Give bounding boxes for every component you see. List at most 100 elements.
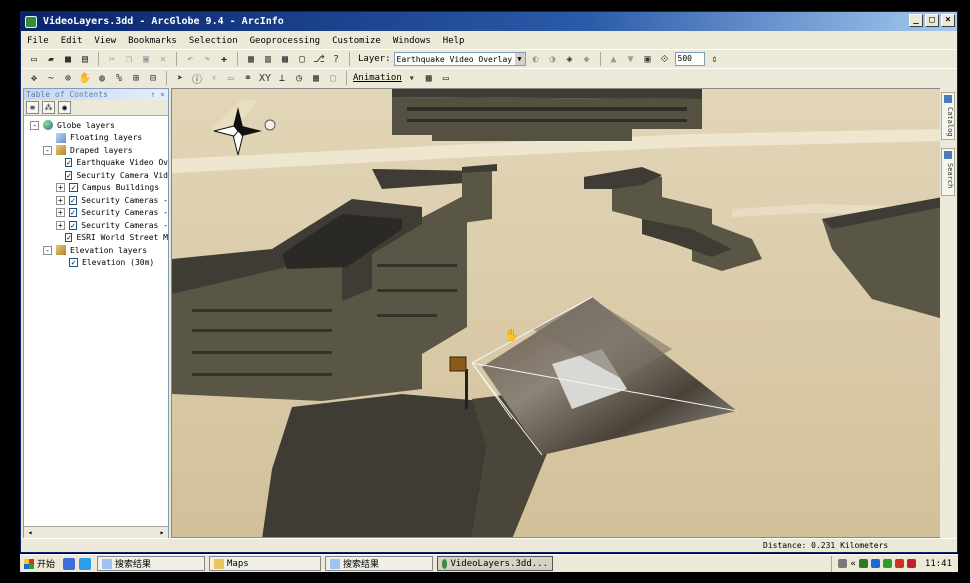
toc-layer-item[interactable]: + ✓ Campus Buildings [24, 182, 168, 195]
offset-icon[interactable]: ⟐ [658, 52, 672, 66]
toc-layer-item[interactable]: ✓ Security Camera Vid [24, 169, 168, 182]
offset-value-input[interactable]: 500 [674, 52, 705, 66]
add-data-icon[interactable]: ✚ [217, 52, 231, 66]
arctoolbox-icon[interactable]: ▩ [278, 52, 292, 66]
toc-layer-item[interactable]: + ✓ Security Cameras - [24, 207, 168, 220]
tree-expander-icon[interactable]: - [43, 145, 52, 155]
taskbar-item-search-results-1[interactable]: 搜索结果 [97, 556, 206, 571]
target-icon[interactable]: ⊕ [61, 71, 75, 85]
fly-icon[interactable]: ∼ [44, 71, 58, 85]
layer-visibility-checkbox[interactable]: ✓ [69, 183, 78, 193]
tree-expander-icon[interactable]: - [43, 245, 52, 255]
tab-list-by-source-icon[interactable]: ◉ [58, 101, 71, 114]
toc-layer-item[interactable]: - Globe layers [24, 119, 168, 132]
quick-launch-desktop-icon[interactable] [63, 557, 76, 570]
chevron-down-icon[interactable]: ▾ [405, 71, 419, 85]
full-extent-icon[interactable]: ◍ [95, 71, 109, 85]
tree-expander-icon[interactable]: + [56, 208, 65, 218]
toc-layer-item[interactable]: ✓ ESRI World Street M [24, 232, 168, 245]
toc-layer-item[interactable]: + ✓ Security Cameras - [24, 219, 168, 232]
antivirus-tray-icon[interactable] [894, 559, 904, 568]
catalog-dock-tab[interactable]: Catalog [941, 92, 955, 140]
navigate-icon[interactable]: ✥ [27, 71, 41, 85]
select-arrow-icon[interactable]: ➤ [173, 71, 187, 85]
delete-icon[interactable]: ✕ [156, 52, 170, 66]
measure-icon[interactable]: ⊥ [275, 71, 289, 85]
flicker-icon[interactable]: ◑ [546, 52, 560, 66]
pan-icon[interactable]: ✋ [78, 71, 92, 85]
toc-layer-item[interactable]: ✓ Elevation (30m) [24, 257, 168, 270]
swipe-icon[interactable]: ◐ [529, 52, 543, 66]
cut-icon[interactable]: ✂ [105, 52, 119, 66]
menu-help[interactable]: Help [443, 36, 465, 46]
layer-visibility-checkbox[interactable]: ✓ [69, 258, 78, 268]
menu-bookmarks[interactable]: Bookmarks [128, 36, 177, 46]
redo-icon[interactable]: ↷ [200, 52, 214, 66]
title-bar[interactable]: VideoLayers.3dd - ArcGlobe 9.4 - ArcInfo… [21, 12, 957, 31]
layer-visibility-checkbox[interactable]: ✓ [65, 170, 73, 180]
animation-capture-icon[interactable]: ▩ [422, 71, 436, 85]
shield-tray-icon[interactable] [906, 559, 916, 568]
save-icon[interactable]: ■ [61, 52, 75, 66]
go-to-xy-icon[interactable]: XY [258, 71, 272, 85]
maximize-button[interactable]: □ [925, 14, 939, 27]
clear-selection-icon[interactable]: ⊟ [146, 71, 160, 85]
tree-expander-icon[interactable]: - [30, 120, 39, 130]
html-popup-icon[interactable]: ▭ [224, 71, 238, 85]
bluetooth-tray-icon[interactable] [870, 559, 880, 568]
toc-layer-item[interactable]: Floating layers [24, 132, 168, 145]
taskbar-item-arcglobe[interactable]: VideoLayers.3dd... [437, 556, 554, 571]
whats-this-help-icon[interactable]: ? [329, 52, 343, 66]
find-binoculars-icon[interactable]: ⚭ [241, 71, 255, 85]
open-folder-icon[interactable]: ▰ [44, 52, 58, 66]
layer-up-icon[interactable]: ◆ [580, 52, 594, 66]
layer-select[interactable]: Earthquake Video Overlay ▼ [393, 52, 526, 66]
layer-visibility-checkbox[interactable]: ✓ [65, 158, 73, 168]
minimize-button[interactable]: _ [909, 14, 923, 27]
layer-properties-icon[interactable]: ▦ [244, 52, 258, 66]
search-dock-tab[interactable]: Search [941, 148, 955, 196]
globe-scene[interactable]: ✋ [172, 89, 942, 538]
menu-edit[interactable]: Edit [61, 36, 83, 46]
chevron-down-icon[interactable]: ▼ [514, 53, 525, 65]
animation-controls-icon[interactable]: ▭ [439, 71, 453, 85]
paste-icon[interactable]: ▣ [139, 52, 153, 66]
copy-icon[interactable]: ❐ [122, 52, 136, 66]
network-tray-icon[interactable] [858, 559, 868, 568]
layer-visibility-checkbox[interactable]: ✓ [68, 195, 78, 205]
print-icon[interactable]: ▤ [78, 52, 92, 66]
taskbar-item-maps[interactable]: Maps [209, 556, 322, 571]
start-button[interactable]: 开始 [20, 556, 61, 572]
toc-layer-item[interactable]: ✓ Earthquake Video Ov [24, 157, 168, 170]
taskbar-item-search-results-2[interactable]: 搜索结果 [325, 556, 434, 571]
tray-expand-icon[interactable]: « [850, 559, 855, 569]
transparency-icon[interactable]: ◈ [563, 52, 577, 66]
layer-effects-icon[interactable]: ▣ [641, 52, 655, 66]
tree-expander-icon[interactable]: + [56, 220, 65, 230]
menu-view[interactable]: View [94, 36, 116, 46]
tree-expander-icon[interactable]: + [56, 195, 65, 205]
tree-expander-icon[interactable]: + [56, 183, 65, 193]
toc-layer-item[interactable]: - Elevation layers [24, 244, 168, 257]
attribute-table-icon[interactable]: ▦ [309, 71, 323, 85]
time-slider-icon[interactable]: ◷ [292, 71, 306, 85]
security-tray-icon[interactable] [882, 559, 892, 568]
model-builder-icon[interactable]: ⎇ [312, 52, 326, 66]
menu-customize[interactable]: Customize [332, 36, 381, 46]
menu-geoprocessing[interactable]: Geoprocessing [250, 36, 320, 46]
tab-list-by-type-icon[interactable]: ⁂ [42, 101, 55, 114]
menu-file[interactable]: File [27, 36, 49, 46]
toc-pin-close[interactable]: ↑ × [151, 90, 165, 99]
close-button[interactable]: × [941, 14, 955, 27]
layer-visibility-checkbox[interactable]: ✓ [65, 233, 73, 243]
quick-launch-browser-icon[interactable] [79, 557, 92, 570]
toc-window-icon[interactable]: ▥ [261, 52, 275, 66]
elevation-down-icon[interactable]: ▼ [624, 52, 638, 66]
undo-icon[interactable]: ↶ [183, 52, 197, 66]
elevation-up-icon[interactable]: ▲ [607, 52, 621, 66]
spinner-icon[interactable]: ⇕ [708, 52, 722, 66]
viewer-icon[interactable]: ▢ [326, 71, 340, 85]
identify-icon[interactable]: ⓘ [190, 71, 204, 86]
layer-visibility-checkbox[interactable]: ✓ [68, 220, 78, 230]
hyperlink-icon[interactable]: ⚡ [207, 71, 221, 85]
